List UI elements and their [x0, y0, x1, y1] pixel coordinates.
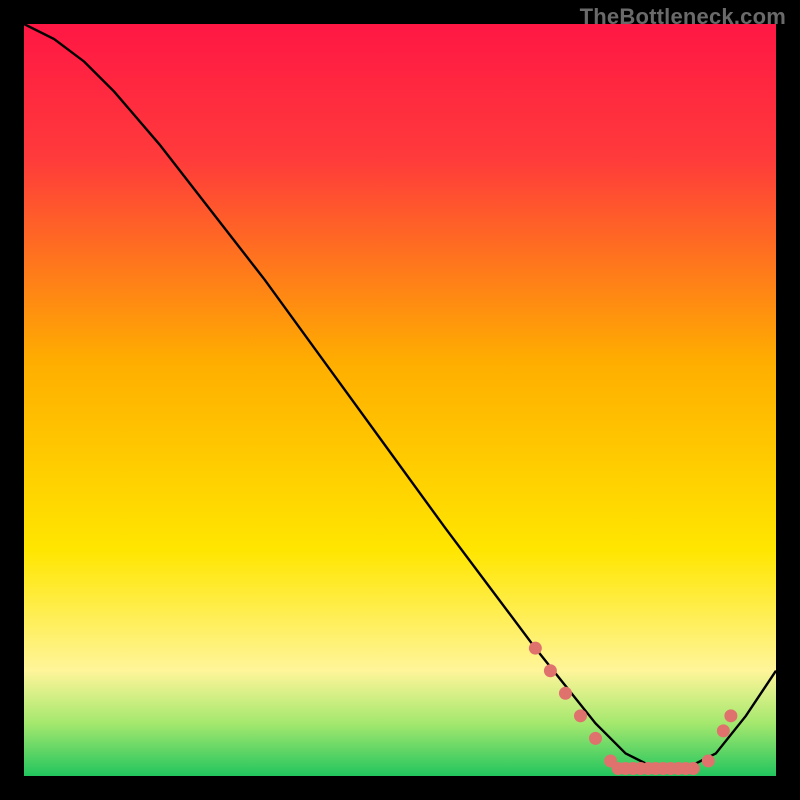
data-marker — [529, 642, 542, 655]
data-marker — [724, 709, 737, 722]
chart-frame: TheBottleneck.com — [0, 0, 800, 800]
data-marker — [702, 754, 715, 767]
bottleneck-plot-svg — [24, 24, 776, 776]
gradient-background — [24, 24, 776, 776]
data-marker — [574, 709, 587, 722]
data-marker — [717, 724, 730, 737]
data-marker — [544, 664, 557, 677]
data-marker — [559, 687, 572, 700]
data-marker — [589, 732, 602, 745]
data-marker — [687, 762, 700, 775]
watermark-text: TheBottleneck.com — [580, 4, 786, 30]
plot-area — [24, 24, 776, 776]
